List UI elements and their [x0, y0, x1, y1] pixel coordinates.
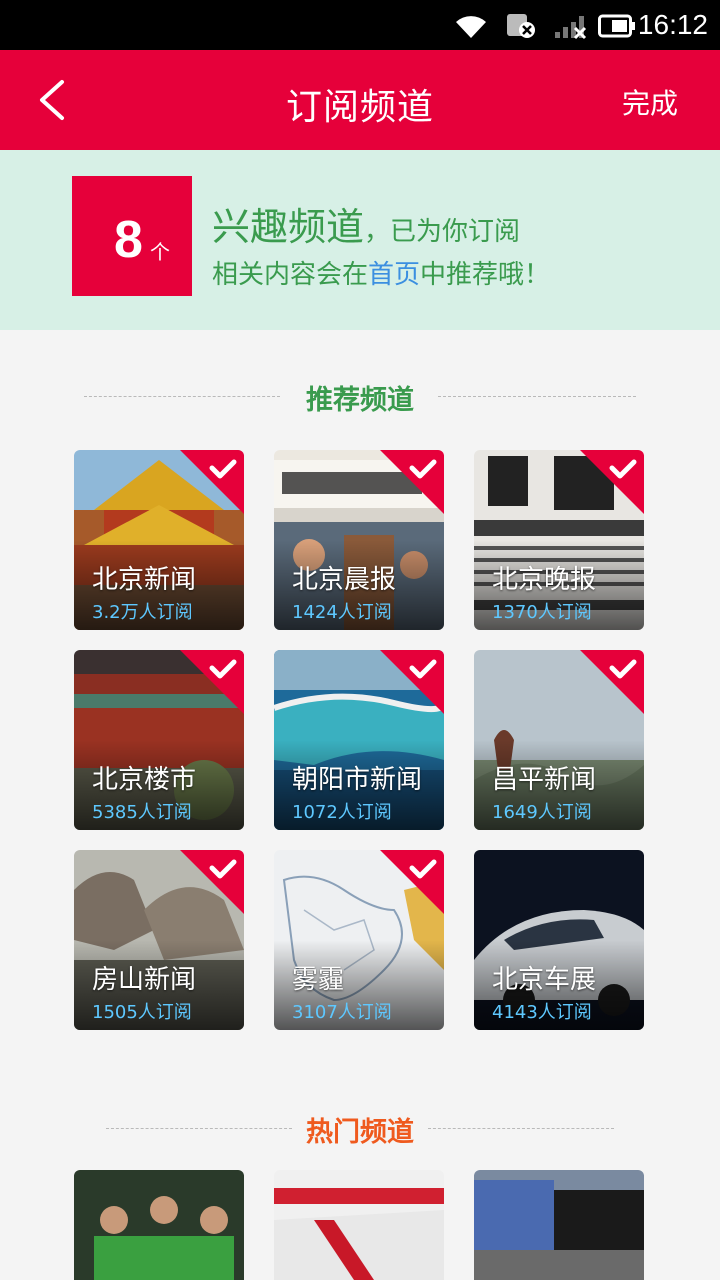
channel-tile-beijing-news[interactable]: 北京新闻 3.2万人订阅 [74, 450, 244, 630]
banner-title-suffix: ，已为你订阅 [364, 217, 521, 247]
subscribed-check-icon [180, 850, 244, 914]
banner-title: 兴趣频道，已为你订阅 [212, 196, 520, 251]
subscribed-check-icon [180, 650, 244, 714]
divider [428, 1128, 614, 1129]
status-time: 16:12 [637, 9, 708, 40]
channel-subscribers: 1072人订阅 [292, 802, 392, 823]
channel-tile-beijing-evening[interactable]: 北京晚报 1370人订阅 [474, 450, 644, 630]
channel-tile-auto-show[interactable]: 北京车展 4143人订阅 [474, 850, 644, 1030]
sim-off-icon [507, 14, 535, 38]
subscribed-check-icon [380, 450, 444, 514]
channel-thumbnail [74, 1170, 244, 1280]
channel-subscribers: 3107人订阅 [292, 1002, 392, 1023]
channel-subscribers: 4143人订阅 [492, 1002, 592, 1023]
subscribed-check-icon [380, 850, 444, 914]
channel-name: 北京晚报 [492, 565, 597, 595]
channel-thumbnail [274, 1170, 444, 1280]
banner-hint: 相关内容会在首页中推荐哦！ [212, 254, 550, 291]
channel-name: 北京新闻 [92, 565, 197, 595]
nav-bar: 订阅频道 完成 [0, 50, 720, 150]
channel-name: 雾霾 [292, 965, 345, 995]
subscription-banner: 8 个 兴趣频道，已为你订阅 相关内容会在首页中推荐哦！ [0, 150, 720, 330]
page-title: 订阅频道 [285, 87, 434, 128]
channel-name: 北京晨报 [292, 565, 397, 595]
divider [438, 396, 636, 397]
channel-thumbnail [474, 1170, 644, 1280]
channel-subscribers: 3.2万人订阅 [92, 602, 193, 623]
channel-subscribers: 1649人订阅 [492, 802, 592, 823]
channel-name: 北京车展 [492, 965, 597, 995]
signal-icon [555, 16, 587, 40]
battery-icon [598, 14, 635, 38]
recommended-section-header: 推荐频道 [0, 376, 720, 416]
channel-subscribers: 1424人订阅 [292, 602, 392, 623]
subscribed-count-badge: 8 个 [72, 176, 192, 296]
channel-name: 朝阳市新闻 [292, 765, 423, 795]
hot-channel-tile[interactable] [474, 1170, 644, 1280]
channel-tile-smog[interactable]: 雾霾 3107人订阅 [274, 850, 444, 1030]
channel-subscribers: 1505人订阅 [92, 1002, 192, 1023]
banner-hint-highlight: 首页 [368, 260, 421, 290]
status-bar: 16:12 [0, 0, 720, 50]
wifi-icon [456, 16, 486, 38]
banner-title-main: 兴趣频道 [212, 205, 365, 249]
hot-section-title: 热门频道 [306, 1117, 414, 1148]
channel-tile-changping-news[interactable]: 昌平新闻 1649人订阅 [474, 650, 644, 830]
recommended-section-title: 推荐频道 [306, 385, 414, 416]
banner-hint-a: 相关内容会在 [212, 260, 369, 290]
channel-name: 房山新闻 [92, 965, 197, 995]
subscribed-count: 8 [114, 211, 143, 269]
channel-subscribers: 1370人订阅 [492, 602, 592, 623]
subscribed-check-icon [580, 650, 644, 714]
subscribed-check-icon [180, 450, 244, 514]
channel-tile-fangshan-news[interactable]: 房山新闻 1505人订阅 [74, 850, 244, 1030]
subscribed-check-icon [580, 450, 644, 514]
subscribed-check-icon [380, 650, 444, 714]
hot-channel-tile[interactable] [74, 1170, 244, 1280]
channel-tile-beijing-property[interactable]: 北京楼市 5385人订阅 [74, 650, 244, 830]
subscribed-count-unit: 个 [150, 240, 170, 264]
channel-name: 北京楼市 [92, 765, 197, 795]
done-button[interactable]: 完成 [622, 82, 678, 122]
channel-name: 昌平新闻 [492, 765, 597, 795]
channel-tile-beijing-morning[interactable]: 北京晨报 1424人订阅 [274, 450, 444, 630]
banner-hint-b: 中推荐哦！ [420, 260, 551, 290]
hot-channel-tile[interactable] [274, 1170, 444, 1280]
channel-tile-chaoyang-news[interactable]: 朝阳市新闻 1072人订阅 [274, 650, 444, 830]
hot-section-header: 热门频道 [0, 1108, 720, 1148]
channel-subscribers: 5385人订阅 [92, 802, 192, 823]
